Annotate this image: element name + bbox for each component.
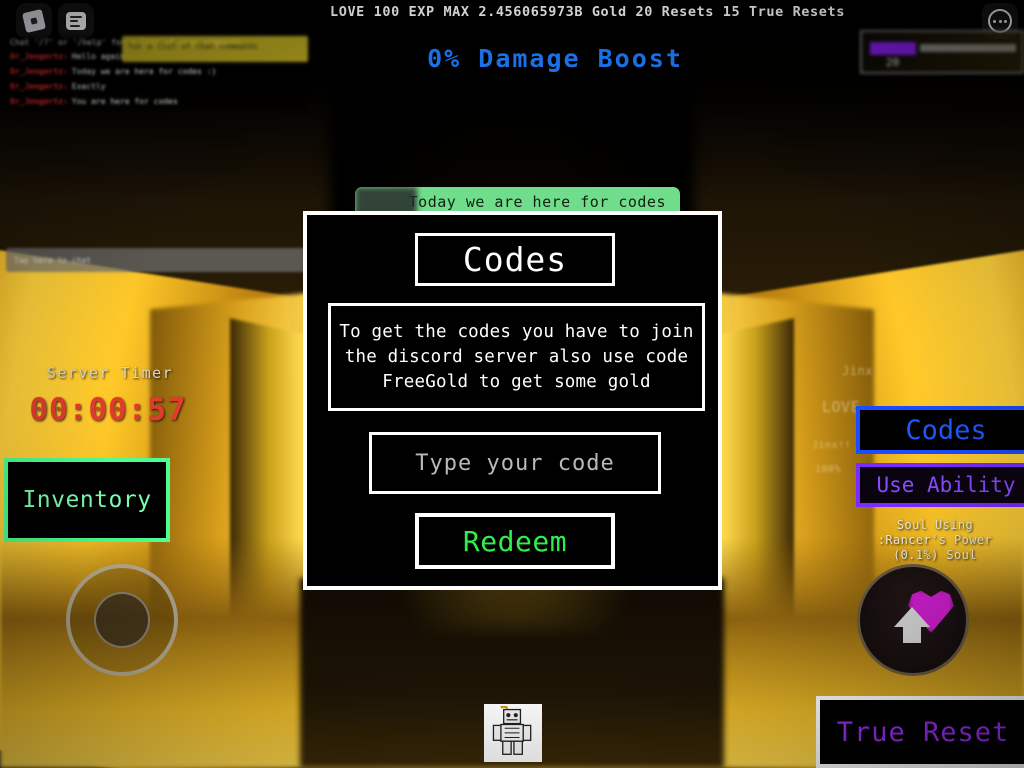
code-input[interactable]: Type your code xyxy=(369,432,661,494)
chat-username: Dr_Jengertz: xyxy=(10,67,68,76)
codes-modal-title: Codes xyxy=(415,233,615,286)
damage-boost-label: 0% Damage Boost xyxy=(427,44,683,73)
chat-text: You are here for codes xyxy=(71,97,178,106)
chat-username: Dr_Jengertz: xyxy=(10,52,68,61)
chat-message: Dr_Jengertz: Today we are here for codes… xyxy=(6,64,306,79)
codes-button-label: Codes xyxy=(905,414,987,446)
chat-commands-tooltip: for a list of chat commands xyxy=(122,36,308,62)
redeem-button-label: Redeem xyxy=(462,524,568,558)
joystick-thumb[interactable] xyxy=(94,592,150,648)
up-arrow-icon xyxy=(894,607,930,643)
badge-bar xyxy=(920,44,1016,52)
soul-status-text: Soul Using :Rancer's Power (0.1%) Soul xyxy=(877,518,993,562)
virtual-joystick[interactable] xyxy=(66,564,178,676)
codes-modal-description-text: To get the codes you have to join the di… xyxy=(339,321,694,392)
codes-modal-description: To get the codes you have to join the di… xyxy=(328,303,705,411)
true-reset-button[interactable]: True Reset xyxy=(816,696,1024,768)
status-badge: 20 xyxy=(860,30,1024,74)
player-stats-line: LOVE 100 EXP MAX 2.456065973B Gold 20 Re… xyxy=(330,4,845,20)
use-ability-button[interactable]: Use Ability xyxy=(856,463,1024,507)
skeleton-character-icon xyxy=(486,706,540,758)
chat-text: Today we are here for codes :) xyxy=(71,67,217,76)
roblox-chat-toggle-button[interactable] xyxy=(58,3,94,39)
chat-input-placeholder: Tap here to chat xyxy=(14,255,92,265)
roblox-home-button[interactable] xyxy=(16,3,52,39)
use-ability-button-label: Use Ability xyxy=(876,473,1016,497)
badge-chip xyxy=(870,42,916,55)
ghost-text-1: Jinx xyxy=(842,364,873,378)
roblox-logo-icon xyxy=(22,9,46,33)
server-timer-label: Server Timer xyxy=(46,364,174,382)
game-viewport: Jinx LOVE Jinx!! 100% LOVE 100 EXP MAX 2… xyxy=(0,0,1024,768)
ghost-text-3: Jinx!! xyxy=(812,440,852,451)
redeem-button[interactable]: Redeem xyxy=(415,513,615,569)
ghost-text-2: LOVE xyxy=(822,398,861,416)
codes-modal: Codes To get the codes you have to join … xyxy=(303,211,722,590)
code-input-placeholder: Type your code xyxy=(415,450,615,476)
chat-message: Dr_Jengertz: You are here for codes xyxy=(6,94,306,109)
chat-username: Dr_Jengertz: xyxy=(10,82,68,91)
chat-bubble-text: Today we are here for codes xyxy=(408,193,666,211)
character-avatar xyxy=(484,704,542,762)
badge-value: 20 xyxy=(886,56,900,69)
codes-button[interactable]: Codes xyxy=(856,406,1024,454)
server-timer-value: 00:00:57 xyxy=(29,392,187,428)
jump-button[interactable] xyxy=(857,564,969,676)
inventory-button-label: Inventory xyxy=(22,487,152,513)
chat-icon xyxy=(66,12,86,30)
chat-tooltip-text: for a list of chat commands xyxy=(128,42,259,51)
ghost-text-4: 100% xyxy=(815,464,842,475)
true-reset-button-label: True Reset xyxy=(836,716,1010,748)
chat-text: Hello again xyxy=(71,52,125,61)
chat-message: Dr_Jengertz: Exactly xyxy=(6,79,306,94)
inventory-button[interactable]: Inventory xyxy=(4,458,170,542)
codes-modal-title-text: Codes xyxy=(462,240,568,279)
chat-text: Exactly xyxy=(71,82,106,91)
chat-username: Dr_Jengertz: xyxy=(10,97,68,106)
